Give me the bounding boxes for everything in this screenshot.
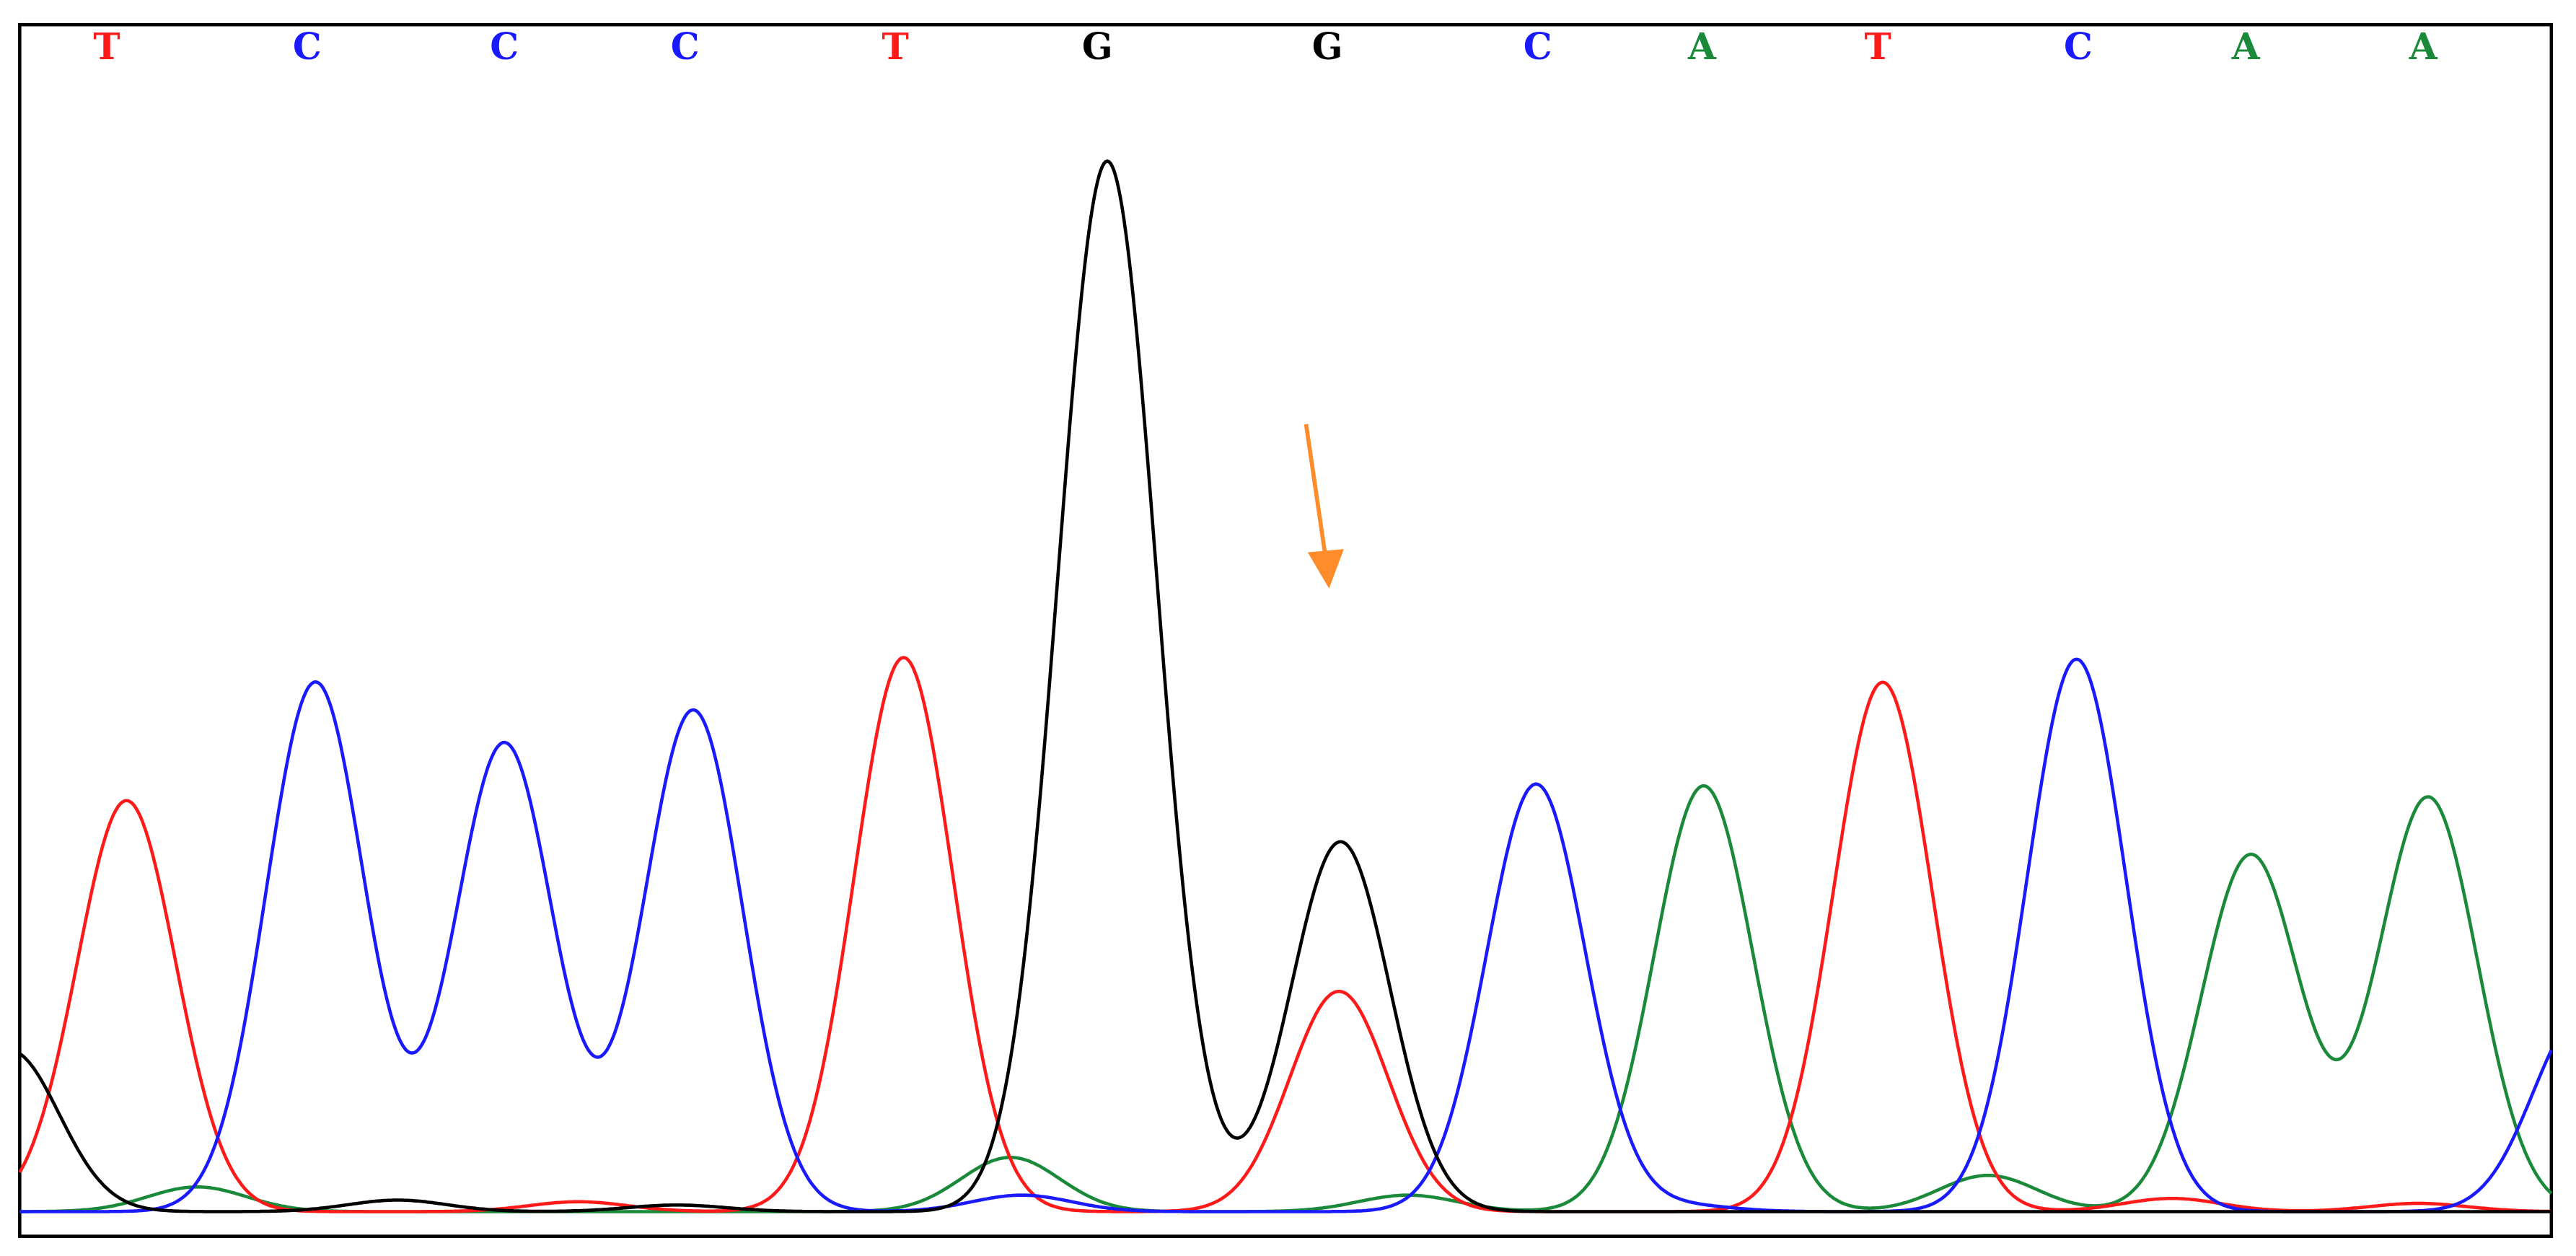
base-call-2: C	[490, 25, 519, 68]
base-call-7: C	[1524, 25, 1552, 68]
base-call-4: T	[882, 25, 909, 68]
base-call-12: A	[2409, 25, 2438, 68]
base-call-9: T	[1864, 25, 1891, 68]
base-call-3: C	[671, 25, 700, 68]
base-call-5: G	[1082, 25, 1113, 68]
base-call-0: T	[93, 25, 120, 68]
base-call-6: G	[1312, 25, 1343, 68]
plot-frame	[18, 22, 2554, 1238]
base-call-1: C	[293, 25, 322, 68]
base-call-8: A	[1687, 25, 1717, 68]
base-call-10: C	[2064, 25, 2093, 68]
base-call-11: A	[2231, 25, 2261, 68]
chromatogram-chart: TCCCTGGCATCAA	[18, 22, 2554, 1238]
